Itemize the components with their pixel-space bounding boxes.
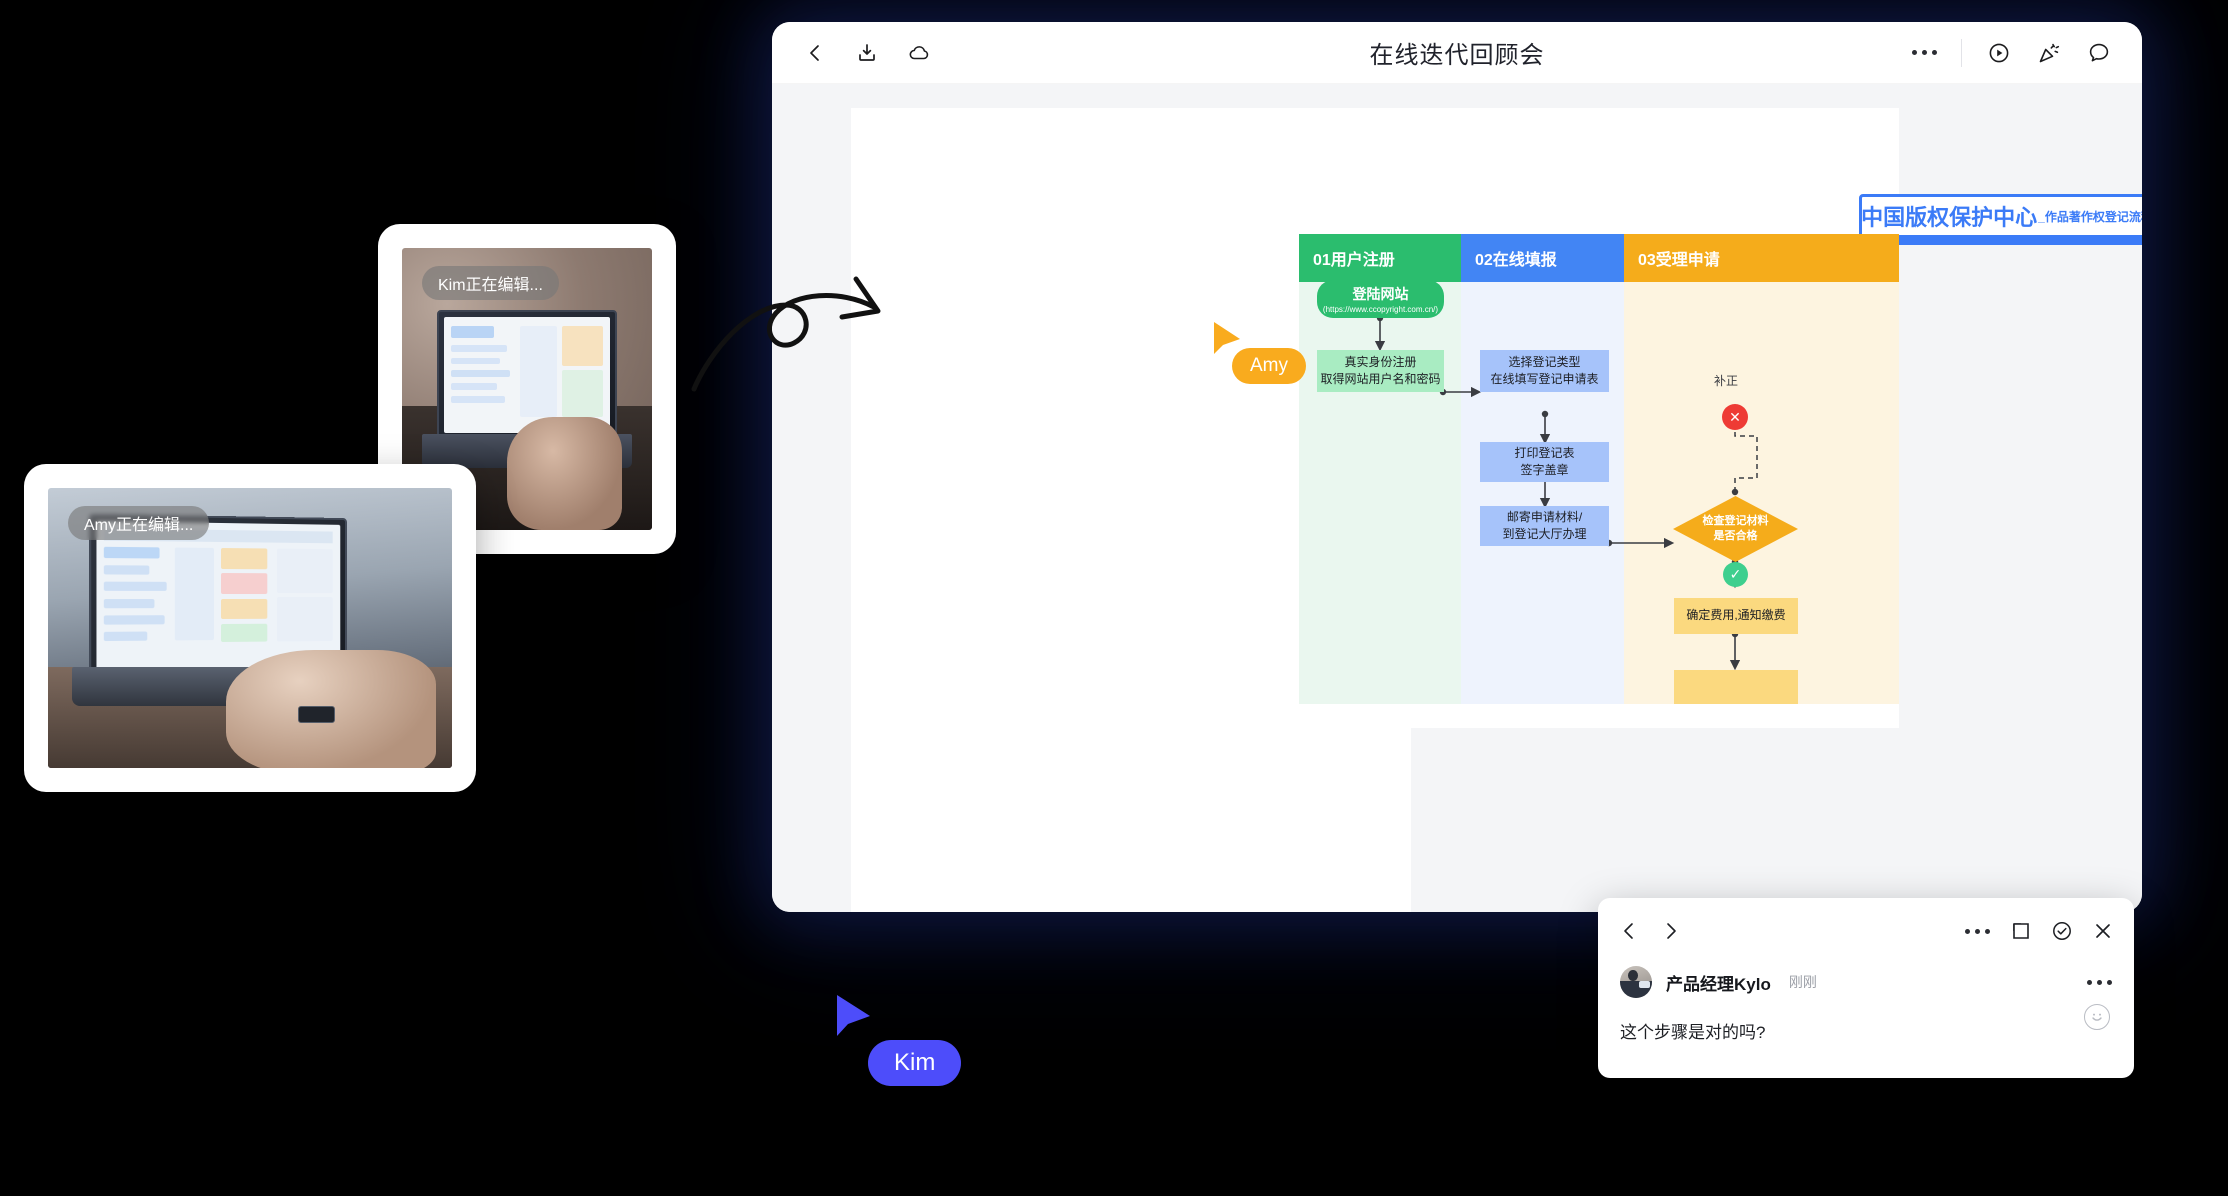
cursor-label-kim: Kim	[868, 1040, 962, 1086]
flow-accept-mark: ✓	[1729, 566, 1742, 582]
flow-column-label: 01用户注册	[1313, 252, 1395, 269]
watch	[298, 706, 335, 724]
video-label-amy: Amy正在编辑...	[68, 506, 210, 540]
comment-item-more-icon[interactable]	[2087, 979, 2112, 985]
avatar	[1620, 966, 1652, 998]
flowchart-banner-main: 中国版权保护中心	[1861, 205, 2038, 230]
flow-node-check-line1: 检查登记材料	[1702, 514, 1769, 527]
video-card-amy[interactable]: Amy正在编辑...	[24, 464, 476, 792]
flow-node-select-line2: 在线填写登记申请表	[1490, 372, 1599, 386]
hands	[507, 417, 622, 530]
back-icon[interactable]	[802, 40, 828, 66]
title-bar: 在线迭代回顾会	[772, 22, 2142, 84]
flow-reject-icon: ✕	[1722, 404, 1748, 430]
flowchart-banner-sub: _作品著作权登记流程	[2038, 209, 2142, 224]
toolbar-right	[1912, 38, 2142, 67]
flow-node-print[interactable]: 打印登记表 签字盖章	[1480, 442, 1609, 482]
flow-node-print-line2: 签字盖章	[1520, 463, 1569, 477]
cloud-sync-icon[interactable]	[906, 40, 932, 66]
flow-node-mail[interactable]: 邮寄申请材料/ 到登记大厅办理	[1480, 506, 1609, 546]
flow-node-login[interactable]: 登陆网站 (https://www.ccopyright.com.cn/)	[1317, 280, 1444, 318]
flow-column-header-2[interactable]: 02在线填报	[1461, 234, 1624, 282]
prev-comment-icon[interactable]	[1620, 921, 1638, 941]
minimize-icon[interactable]	[2012, 922, 2030, 940]
comment-icon[interactable]	[2086, 40, 2112, 66]
next-comment-icon[interactable]	[1662, 921, 1680, 941]
comment-popup[interactable]: 产品经理Kylo 刚刚 这个步骤是对的吗?	[1598, 898, 2134, 1078]
flow-column-label: 03受理申请	[1638, 252, 1720, 269]
cursor-name: Kim	[894, 1049, 936, 1076]
present-icon[interactable]	[1986, 40, 2012, 66]
comment-text: 这个步骤是对的吗?	[1620, 1023, 1766, 1042]
comment-author: 产品经理Kylo	[1666, 974, 1771, 994]
flowchart-banner[interactable]: 中国版权保护中心 _作品著作权登记流程	[1859, 194, 2142, 238]
more-options-icon[interactable]	[1965, 928, 1990, 934]
flow-node-fee-label: 确定费用,通知缴费	[1686, 608, 1786, 623]
flow-node-check-line2: 是否合格	[1713, 530, 1758, 542]
board-canvas[interactable]: 项目思维导图梳理	[772, 84, 2142, 912]
comment-toolbar	[1620, 916, 2112, 946]
flow-accept-icon: ✓	[1723, 562, 1748, 587]
flow-node-print-line1: 打印登记表	[1514, 445, 1575, 460]
add-reaction-icon[interactable]	[2084, 1004, 2110, 1030]
flow-node-register-line1: 真实身份注册	[1344, 354, 1417, 369]
flow-reject-mark: ✕	[1729, 408, 1741, 425]
flow-node-register[interactable]: 真实身份注册 取得网站用户名和密码	[1317, 350, 1444, 392]
resolve-icon[interactable]	[2052, 921, 2072, 941]
toolbar-left	[772, 40, 932, 66]
flow-node-register-line2: 取得网站用户名和密码	[1320, 372, 1441, 386]
toolbar-divider	[1961, 38, 1962, 67]
cursor-label-amy: Amy	[1232, 348, 1306, 384]
flow-node-mail-line1: 邮寄申请材料/	[1506, 509, 1583, 524]
flow-node-mail-line2: 到登记大厅办理	[1502, 527, 1587, 541]
flow-node-select-line1: 选择登记类型	[1508, 354, 1581, 369]
comment-tools	[1965, 921, 2112, 941]
close-icon[interactable]	[2094, 922, 2112, 940]
app-window: 在线迭代回顾会 中国版权保护中心 _作品著作权登记流程 01用户注册 02在线填…	[772, 22, 2142, 912]
flow-label-correction: 补正	[1714, 374, 1739, 388]
screenshot-root: 在线迭代回顾会 中国版权保护中心 _作品著作权登记流程 01用户注册 02在线填…	[0, 0, 2228, 1196]
video-thumbnail-amy: Amy正在编辑...	[48, 488, 452, 768]
cursor-pointer-icon	[837, 995, 870, 1036]
flow-column-header-1[interactable]: 01用户注册	[1299, 234, 1461, 282]
comment-nav	[1620, 921, 1680, 941]
comment-time: 刚刚	[1788, 974, 1817, 990]
flow-node-select-type[interactable]: 选择登记类型 在线填写登记申请表	[1480, 350, 1609, 392]
flow-column-label: 02在线填报	[1475, 252, 1557, 269]
flow-node-fee[interactable]: 确定费用,通知缴费	[1674, 598, 1798, 634]
comment-header: 产品经理Kylo 刚刚	[1620, 966, 2112, 998]
flow-node-login-title: 登陆网站	[1352, 286, 1409, 302]
more-icon[interactable]	[1912, 50, 1937, 55]
flow-column-header-3[interactable]: 03受理申请	[1624, 234, 1899, 282]
video-label-kim: Kim正在编辑...	[422, 266, 559, 300]
cursor-name: Amy	[1250, 355, 1288, 376]
celebrate-icon[interactable]	[2036, 40, 2062, 66]
flow-node-next[interactable]	[1674, 670, 1798, 704]
flow-node-login-url: (https://www.ccopyright.com.cn/)	[1322, 305, 1439, 314]
download-icon[interactable]	[854, 40, 880, 66]
